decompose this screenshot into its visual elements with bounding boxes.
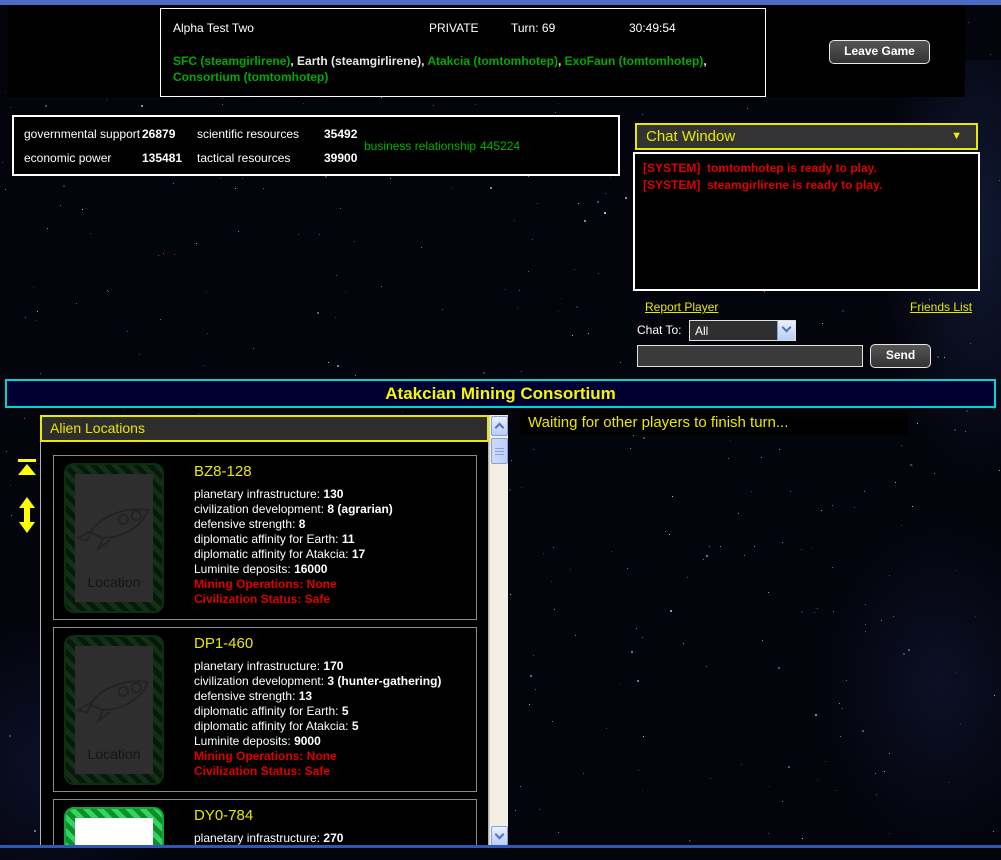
location-card-dy0-784[interactable]: Location DY0-784 planetary infrastructur… bbox=[53, 799, 477, 848]
mining-operations-status: Mining Operations: None bbox=[194, 749, 472, 764]
economic-power-label: economic power bbox=[24, 151, 111, 165]
mining-operations-status: Mining Operations: None bbox=[194, 577, 472, 592]
player-entry: ExoFaun (tomtomhotep) bbox=[565, 54, 704, 68]
location-name: DY0-784 bbox=[194, 807, 253, 824]
scientific-resources-value: 35492 bbox=[324, 127, 357, 141]
chevron-down-icon[interactable]: ▼ bbox=[951, 130, 962, 142]
scrollbar-up-arrow[interactable] bbox=[491, 416, 508, 436]
alien-locations-header: Alien Locations bbox=[40, 415, 489, 442]
player-entry: SFC (steamgirlirene) bbox=[173, 54, 290, 68]
business-relationship-label: business relationship bbox=[364, 139, 476, 153]
tactical-resources-value: 39900 bbox=[324, 151, 357, 165]
scientific-resources-label: scientific resources bbox=[197, 127, 299, 141]
civilization-status: Civilization Status: Safe bbox=[194, 592, 472, 607]
report-player-link[interactable]: Report Player bbox=[645, 300, 718, 314]
economic-power-value: 135481 bbox=[142, 151, 182, 165]
chat-to-label: Chat To: bbox=[637, 323, 681, 337]
business-relationship-value: 445224 bbox=[480, 139, 520, 153]
scroll-up-down-icon[interactable] bbox=[19, 497, 35, 533]
chat-window-header[interactable]: Chat Window ▼ bbox=[635, 123, 978, 150]
top-border-strip bbox=[0, 0, 1001, 5]
player-entry: Earth (steamgirlirene) bbox=[297, 54, 421, 68]
chat-to-selected-value: All bbox=[690, 324, 777, 338]
player-list: SFC (steamgirlirene), Earth (steamgirlir… bbox=[173, 53, 755, 85]
chat-message-input[interactable] bbox=[637, 345, 863, 367]
location-card-image: Location bbox=[64, 635, 164, 785]
location-card-bz8-128[interactable]: Location BZ8-128 planetary infrastructur… bbox=[53, 455, 477, 620]
chat-message-log[interactable]: [SYSTEM] tomtomhotep is ready to play. [… bbox=[633, 152, 980, 291]
system-message: [SYSTEM] tomtomhotep is ready to play. bbox=[643, 160, 970, 177]
turn-counter: Turn: 69 bbox=[511, 21, 555, 35]
resource-stats-panel: governmental support 26879 economic powe… bbox=[12, 115, 620, 176]
location-card-image: Location bbox=[64, 463, 164, 613]
leave-game-button[interactable]: Leave Game bbox=[829, 40, 930, 64]
rocket-icon bbox=[75, 496, 153, 554]
game-name: Alpha Test Two bbox=[173, 21, 254, 35]
scrollbar-thumb[interactable] bbox=[491, 438, 508, 464]
location-image-label: Location bbox=[75, 746, 153, 762]
location-name: DP1-460 bbox=[194, 635, 253, 652]
civilization-status: Civilization Status: Safe bbox=[194, 764, 472, 779]
governmental-support-value: 26879 bbox=[142, 127, 175, 141]
player-entry: Atakcia (tomtomhotep) bbox=[427, 54, 558, 68]
alien-locations-title: Alien Locations bbox=[50, 420, 145, 436]
faction-title-bar: Atakcian Mining Consortium bbox=[5, 379, 996, 408]
system-message: [SYSTEM] steamgirlirene is ready to play… bbox=[643, 177, 970, 194]
scrollbar-down-arrow[interactable] bbox=[491, 826, 508, 846]
player-entry: Consortium (tomtomhotep) bbox=[173, 70, 328, 84]
privacy-status: PRIVATE bbox=[429, 21, 479, 35]
location-card-image: Location bbox=[64, 807, 164, 848]
turn-status-message: Waiting for other players to finish turn… bbox=[528, 414, 788, 431]
locations-scrollbar[interactable] bbox=[489, 415, 508, 848]
turn-status-strip: Waiting for other players to finish turn… bbox=[520, 411, 908, 435]
dropdown-arrow-icon[interactable] bbox=[777, 321, 795, 340]
chat-to-select[interactable]: All bbox=[689, 320, 796, 341]
tactical-resources-label: tactical resources bbox=[197, 151, 290, 165]
faction-title: Atakcian Mining Consortium bbox=[385, 384, 615, 403]
rocket-icon bbox=[75, 668, 153, 726]
location-card-dp1-460[interactable]: Location DP1-460 planetary infrastructur… bbox=[53, 627, 477, 792]
game-info-box: Alpha Test Two PRIVATE Turn: 69 30:49:54… bbox=[160, 8, 766, 97]
location-name: BZ8-128 bbox=[194, 463, 252, 480]
location-image-label: Location bbox=[75, 574, 153, 590]
chat-window-title: Chat Window bbox=[646, 128, 735, 145]
governmental-support-label: governmental support bbox=[24, 127, 140, 141]
alien-locations-list: Location BZ8-128 planetary infrastructur… bbox=[40, 442, 489, 848]
friends-list-link[interactable]: Friends List bbox=[910, 300, 972, 314]
scroll-to-top-icon[interactable] bbox=[18, 459, 36, 475]
game-timer: 30:49:54 bbox=[629, 21, 676, 35]
send-button[interactable]: Send bbox=[870, 344, 931, 368]
